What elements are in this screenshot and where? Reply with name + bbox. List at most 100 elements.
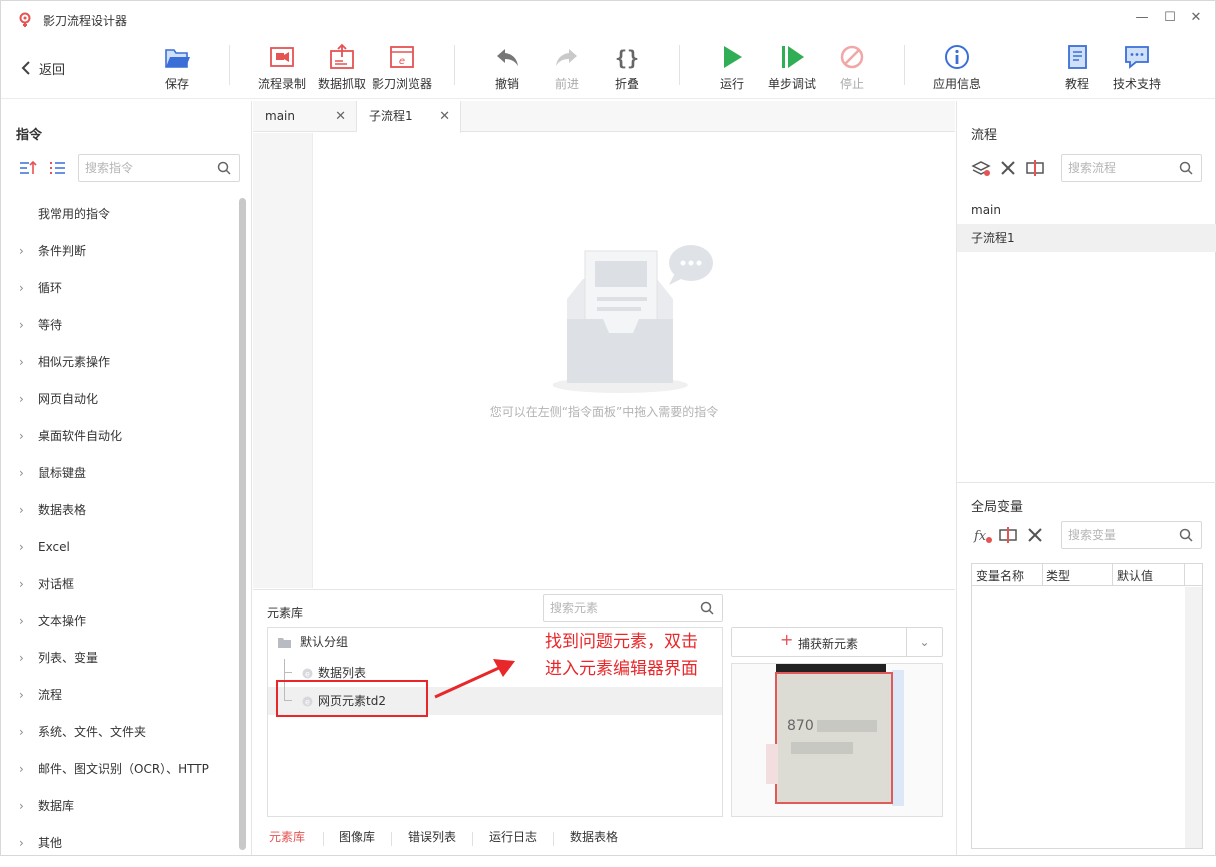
toolbar-divider: [679, 45, 680, 85]
app-logo-icon: [19, 12, 31, 27]
flow-panel-title: 流程: [971, 128, 998, 143]
command-category[interactable]: › 相似元素操作: [1, 349, 239, 386]
command-category[interactable]: › 条件判断: [1, 238, 239, 275]
command-category[interactable]: › 邮件、图文识别（OCR）、HTTP: [1, 756, 239, 793]
record-button[interactable]: 流程录制: [249, 41, 315, 93]
command-category[interactable]: › 鼠标键盘: [1, 460, 239, 497]
bottom-tab-image-lib[interactable]: 图像库: [339, 828, 375, 845]
data-scrape-icon: [330, 43, 354, 69]
command-category[interactable]: › 桌面软件自动化: [1, 423, 239, 460]
redo-button[interactable]: 前进: [534, 41, 600, 93]
scrape-button[interactable]: 数据抓取: [309, 41, 375, 93]
close-window-icon[interactable]: ✕: [1187, 9, 1205, 27]
search-icon[interactable]: [1179, 528, 1193, 542]
minimize-icon[interactable]: —: [1133, 9, 1151, 27]
command-category-label: 系统、文件、文件夹: [38, 725, 147, 739]
fold-button[interactable]: {} 折叠: [594, 41, 660, 93]
search-icon[interactable]: [1179, 161, 1193, 175]
chevron-left-icon: [21, 61, 30, 75]
command-category[interactable]: › 文本操作: [1, 608, 239, 645]
annotation-line-2: 进入元素编辑器界面: [545, 659, 698, 679]
close-tab-icon[interactable]: ✕: [439, 101, 450, 132]
command-category[interactable]: › 流程: [1, 682, 239, 719]
variable-search-input[interactable]: [1068, 526, 1168, 544]
variable-search[interactable]: [1061, 521, 1202, 549]
flow-canvas[interactable]: 您可以在左侧“指令面板”中拖入需要的指令: [253, 133, 955, 588]
flow-tabs: main ✕ 子流程1 ✕: [253, 101, 955, 133]
flow-item-main[interactable]: main: [957, 196, 1216, 224]
delete-variable-icon[interactable]: [1025, 525, 1045, 545]
tab-divider: [472, 832, 473, 846]
command-category[interactable]: › 数据库: [1, 793, 239, 830]
variable-table: 变量名称 类型 默认值: [971, 563, 1203, 849]
capture-element-button[interactable]: + 捕获新元素 ⌄: [731, 627, 943, 657]
rename-variable-icon[interactable]: [998, 525, 1018, 545]
chevron-right-icon: ›: [19, 318, 24, 332]
bottom-tab-run-log[interactable]: 运行日志: [489, 828, 537, 845]
bottom-tab-error-list[interactable]: 错误列表: [408, 828, 456, 845]
chevron-right-icon: ›: [19, 392, 24, 406]
stop-button[interactable]: 停止: [819, 41, 885, 93]
tab-label: main: [265, 109, 295, 123]
sort-icon[interactable]: [18, 158, 38, 178]
record-label: 流程录制: [257, 77, 306, 91]
command-category[interactable]: › 系统、文件、文件夹: [1, 719, 239, 756]
variable-scrollbar-track[interactable]: [1185, 587, 1202, 848]
command-category[interactable]: 我常用的指令: [1, 201, 239, 238]
maximize-icon[interactable]: ☐: [1161, 9, 1179, 27]
step-debug-button[interactable]: 单步调试: [759, 41, 825, 93]
close-tab-icon[interactable]: ✕: [335, 101, 346, 132]
tutorial-button[interactable]: 教程: [1044, 41, 1110, 93]
list-view-icon[interactable]: [47, 158, 67, 178]
flow-search[interactable]: [1061, 154, 1202, 182]
command-category[interactable]: › Excel: [1, 534, 239, 571]
delete-flow-icon[interactable]: [998, 158, 1018, 178]
run-button[interactable]: 运行: [699, 41, 765, 93]
command-category[interactable]: › 对话框: [1, 571, 239, 608]
bottom-tabs: 元素库 图像库 错误列表 运行日志 数据表格: [253, 826, 955, 856]
chevron-down-icon[interactable]: ⌄: [906, 628, 942, 656]
search-icon[interactable]: [700, 601, 714, 615]
redo-icon: [556, 49, 577, 66]
save-button[interactable]: 保存: [144, 41, 210, 93]
command-category[interactable]: › 列表、变量: [1, 645, 239, 682]
command-search[interactable]: [78, 154, 240, 182]
rename-flow-icon[interactable]: [1025, 158, 1045, 178]
column-divider: [1184, 564, 1185, 586]
add-variable-icon[interactable]: fx: [973, 525, 993, 545]
tab-main[interactable]: main ✕: [253, 101, 357, 132]
bottom-tab-element-lib[interactable]: 元素库: [269, 828, 305, 845]
support-button[interactable]: 技术支持: [1104, 41, 1170, 93]
tree-group-label: 默认分组: [300, 635, 349, 649]
chevron-right-icon: ›: [19, 799, 24, 813]
element-search[interactable]: [543, 594, 723, 622]
fold-label: 折叠: [614, 77, 639, 91]
chevron-right-icon: ›: [19, 762, 24, 776]
flow-item-subflow-1[interactable]: 子流程1: [957, 224, 1216, 252]
braces-icon: {}: [615, 46, 639, 70]
element-preview: 870: [731, 663, 943, 817]
flow-search-input[interactable]: [1068, 159, 1168, 177]
add-flow-icon[interactable]: [971, 158, 991, 178]
search-icon[interactable]: [217, 161, 231, 175]
command-category[interactable]: › 其他: [1, 830, 239, 867]
tab-subflow-1[interactable]: 子流程1 ✕: [357, 101, 461, 133]
undo-button[interactable]: 撤销: [474, 41, 540, 93]
app-info-button[interactable]: 应用信息: [924, 41, 990, 93]
back-button[interactable]: 返回: [21, 58, 65, 78]
bottom-tab-data-table[interactable]: 数据表格: [570, 828, 618, 845]
preview-blur: [817, 720, 877, 732]
undo-label: 撤销: [494, 77, 519, 91]
element-search-input[interactable]: [550, 599, 670, 617]
browser-button[interactable]: e 影刀浏览器: [369, 41, 435, 93]
command-search-input[interactable]: [85, 159, 205, 177]
command-category[interactable]: › 循环: [1, 275, 239, 312]
command-category[interactable]: › 等待: [1, 312, 239, 349]
command-category[interactable]: › 数据表格: [1, 497, 239, 534]
redo-label: 前进: [554, 77, 579, 91]
chevron-right-icon: ›: [19, 429, 24, 443]
command-scrollbar[interactable]: [239, 198, 246, 850]
chevron-right-icon: ›: [19, 244, 24, 258]
step-debug-label: 单步调试: [767, 77, 816, 91]
run-label: 运行: [719, 77, 744, 91]
